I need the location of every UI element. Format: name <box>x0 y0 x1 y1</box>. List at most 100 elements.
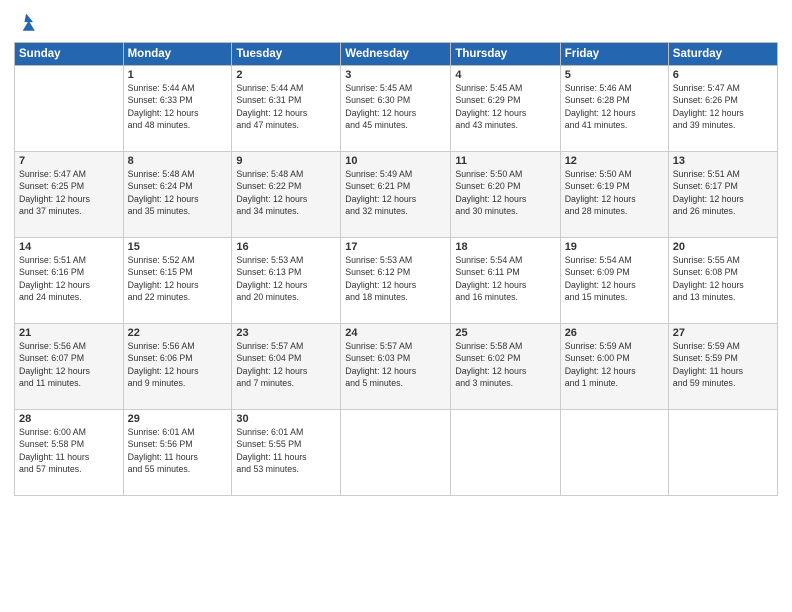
cell-details: Sunrise: 5:49 AM Sunset: 6:21 PM Dayligh… <box>345 168 446 217</box>
calendar-cell: 24Sunrise: 5:57 AM Sunset: 6:03 PM Dayli… <box>341 324 451 410</box>
calendar-cell: 23Sunrise: 5:57 AM Sunset: 6:04 PM Dayli… <box>232 324 341 410</box>
calendar-cell: 14Sunrise: 5:51 AM Sunset: 6:16 PM Dayli… <box>15 238 124 324</box>
calendar-cell: 7Sunrise: 5:47 AM Sunset: 6:25 PM Daylig… <box>15 152 124 238</box>
cell-details: Sunrise: 5:45 AM Sunset: 6:29 PM Dayligh… <box>455 82 555 131</box>
day-number: 26 <box>565 327 664 339</box>
calendar-cell: 26Sunrise: 5:59 AM Sunset: 6:00 PM Dayli… <box>560 324 668 410</box>
cell-details: Sunrise: 5:45 AM Sunset: 6:30 PM Dayligh… <box>345 82 446 131</box>
day-number: 22 <box>128 327 228 339</box>
calendar-cell: 18Sunrise: 5:54 AM Sunset: 6:11 PM Dayli… <box>451 238 560 324</box>
day-number: 6 <box>673 69 773 81</box>
cell-details: Sunrise: 6:01 AM Sunset: 5:56 PM Dayligh… <box>128 426 228 475</box>
cell-details: Sunrise: 5:54 AM Sunset: 6:09 PM Dayligh… <box>565 254 664 303</box>
calendar-cell: 13Sunrise: 5:51 AM Sunset: 6:17 PM Dayli… <box>668 152 777 238</box>
calendar-cell: 29Sunrise: 6:01 AM Sunset: 5:56 PM Dayli… <box>123 410 232 496</box>
cell-details: Sunrise: 5:44 AM Sunset: 6:33 PM Dayligh… <box>128 82 228 131</box>
weekday-header-saturday: Saturday <box>668 43 777 66</box>
calendar-cell: 1Sunrise: 5:44 AM Sunset: 6:33 PM Daylig… <box>123 66 232 152</box>
day-number: 11 <box>455 155 555 167</box>
day-number: 21 <box>19 327 119 339</box>
cell-details: Sunrise: 5:58 AM Sunset: 6:02 PM Dayligh… <box>455 340 555 389</box>
cell-details: Sunrise: 5:56 AM Sunset: 6:07 PM Dayligh… <box>19 340 119 389</box>
calendar-cell <box>15 66 124 152</box>
day-number: 20 <box>673 241 773 253</box>
calendar-cell: 8Sunrise: 5:48 AM Sunset: 6:24 PM Daylig… <box>123 152 232 238</box>
cell-details: Sunrise: 5:51 AM Sunset: 6:16 PM Dayligh… <box>19 254 119 303</box>
calendar-cell: 17Sunrise: 5:53 AM Sunset: 6:12 PM Dayli… <box>341 238 451 324</box>
cell-details: Sunrise: 5:52 AM Sunset: 6:15 PM Dayligh… <box>128 254 228 303</box>
cell-details: Sunrise: 6:01 AM Sunset: 5:55 PM Dayligh… <box>236 426 336 475</box>
calendar-cell: 4Sunrise: 5:45 AM Sunset: 6:29 PM Daylig… <box>451 66 560 152</box>
day-number: 28 <box>19 413 119 425</box>
cell-details: Sunrise: 5:57 AM Sunset: 6:03 PM Dayligh… <box>345 340 446 389</box>
cell-details: Sunrise: 5:59 AM Sunset: 5:59 PM Dayligh… <box>673 340 773 389</box>
cell-details: Sunrise: 5:47 AM Sunset: 6:26 PM Dayligh… <box>673 82 773 131</box>
cell-details: Sunrise: 5:50 AM Sunset: 6:20 PM Dayligh… <box>455 168 555 217</box>
day-number: 19 <box>565 241 664 253</box>
day-number: 10 <box>345 155 446 167</box>
calendar-table: SundayMondayTuesdayWednesdayThursdayFrid… <box>14 42 778 496</box>
logo <box>14 10 44 36</box>
cell-details: Sunrise: 5:56 AM Sunset: 6:06 PM Dayligh… <box>128 340 228 389</box>
weekday-header-sunday: Sunday <box>15 43 124 66</box>
day-number: 24 <box>345 327 446 339</box>
week-row-2: 14Sunrise: 5:51 AM Sunset: 6:16 PM Dayli… <box>15 238 778 324</box>
week-row-0: 1Sunrise: 5:44 AM Sunset: 6:33 PM Daylig… <box>15 66 778 152</box>
calendar-cell: 2Sunrise: 5:44 AM Sunset: 6:31 PM Daylig… <box>232 66 341 152</box>
day-number: 23 <box>236 327 336 339</box>
calendar-cell: 30Sunrise: 6:01 AM Sunset: 5:55 PM Dayli… <box>232 410 341 496</box>
calendar-cell: 25Sunrise: 5:58 AM Sunset: 6:02 PM Dayli… <box>451 324 560 410</box>
cell-details: Sunrise: 5:50 AM Sunset: 6:19 PM Dayligh… <box>565 168 664 217</box>
calendar-cell: 22Sunrise: 5:56 AM Sunset: 6:06 PM Dayli… <box>123 324 232 410</box>
weekday-header-row: SundayMondayTuesdayWednesdayThursdayFrid… <box>15 43 778 66</box>
calendar-cell: 27Sunrise: 5:59 AM Sunset: 5:59 PM Dayli… <box>668 324 777 410</box>
calendar-cell <box>560 410 668 496</box>
calendar-cell: 5Sunrise: 5:46 AM Sunset: 6:28 PM Daylig… <box>560 66 668 152</box>
day-number: 12 <box>565 155 664 167</box>
logo-icon <box>14 10 40 36</box>
day-number: 15 <box>128 241 228 253</box>
cell-details: Sunrise: 5:44 AM Sunset: 6:31 PM Dayligh… <box>236 82 336 131</box>
day-number: 18 <box>455 241 555 253</box>
day-number: 30 <box>236 413 336 425</box>
calendar-cell: 6Sunrise: 5:47 AM Sunset: 6:26 PM Daylig… <box>668 66 777 152</box>
weekday-header-tuesday: Tuesday <box>232 43 341 66</box>
week-row-4: 28Sunrise: 6:00 AM Sunset: 5:58 PM Dayli… <box>15 410 778 496</box>
calendar-cell: 19Sunrise: 5:54 AM Sunset: 6:09 PM Dayli… <box>560 238 668 324</box>
cell-details: Sunrise: 5:51 AM Sunset: 6:17 PM Dayligh… <box>673 168 773 217</box>
day-number: 1 <box>128 69 228 81</box>
calendar-cell: 20Sunrise: 5:55 AM Sunset: 6:08 PM Dayli… <box>668 238 777 324</box>
week-row-1: 7Sunrise: 5:47 AM Sunset: 6:25 PM Daylig… <box>15 152 778 238</box>
day-number: 5 <box>565 69 664 81</box>
calendar-cell <box>668 410 777 496</box>
day-number: 3 <box>345 69 446 81</box>
weekday-header-monday: Monday <box>123 43 232 66</box>
day-number: 13 <box>673 155 773 167</box>
cell-details: Sunrise: 5:53 AM Sunset: 6:12 PM Dayligh… <box>345 254 446 303</box>
calendar-cell: 9Sunrise: 5:48 AM Sunset: 6:22 PM Daylig… <box>232 152 341 238</box>
cell-details: Sunrise: 5:53 AM Sunset: 6:13 PM Dayligh… <box>236 254 336 303</box>
page-header <box>14 10 778 36</box>
day-number: 29 <box>128 413 228 425</box>
day-number: 14 <box>19 241 119 253</box>
weekday-header-friday: Friday <box>560 43 668 66</box>
day-number: 25 <box>455 327 555 339</box>
cell-details: Sunrise: 5:57 AM Sunset: 6:04 PM Dayligh… <box>236 340 336 389</box>
cell-details: Sunrise: 5:47 AM Sunset: 6:25 PM Dayligh… <box>19 168 119 217</box>
day-number: 4 <box>455 69 555 81</box>
day-number: 2 <box>236 69 336 81</box>
calendar-cell: 28Sunrise: 6:00 AM Sunset: 5:58 PM Dayli… <box>15 410 124 496</box>
calendar-cell: 15Sunrise: 5:52 AM Sunset: 6:15 PM Dayli… <box>123 238 232 324</box>
calendar-cell <box>451 410 560 496</box>
calendar-cell: 12Sunrise: 5:50 AM Sunset: 6:19 PM Dayli… <box>560 152 668 238</box>
calendar-cell: 3Sunrise: 5:45 AM Sunset: 6:30 PM Daylig… <box>341 66 451 152</box>
cell-details: Sunrise: 5:54 AM Sunset: 6:11 PM Dayligh… <box>455 254 555 303</box>
weekday-header-thursday: Thursday <box>451 43 560 66</box>
cell-details: Sunrise: 5:48 AM Sunset: 6:24 PM Dayligh… <box>128 168 228 217</box>
day-number: 16 <box>236 241 336 253</box>
day-number: 9 <box>236 155 336 167</box>
day-number: 17 <box>345 241 446 253</box>
calendar-cell: 10Sunrise: 5:49 AM Sunset: 6:21 PM Dayli… <box>341 152 451 238</box>
cell-details: Sunrise: 5:48 AM Sunset: 6:22 PM Dayligh… <box>236 168 336 217</box>
calendar-cell <box>341 410 451 496</box>
